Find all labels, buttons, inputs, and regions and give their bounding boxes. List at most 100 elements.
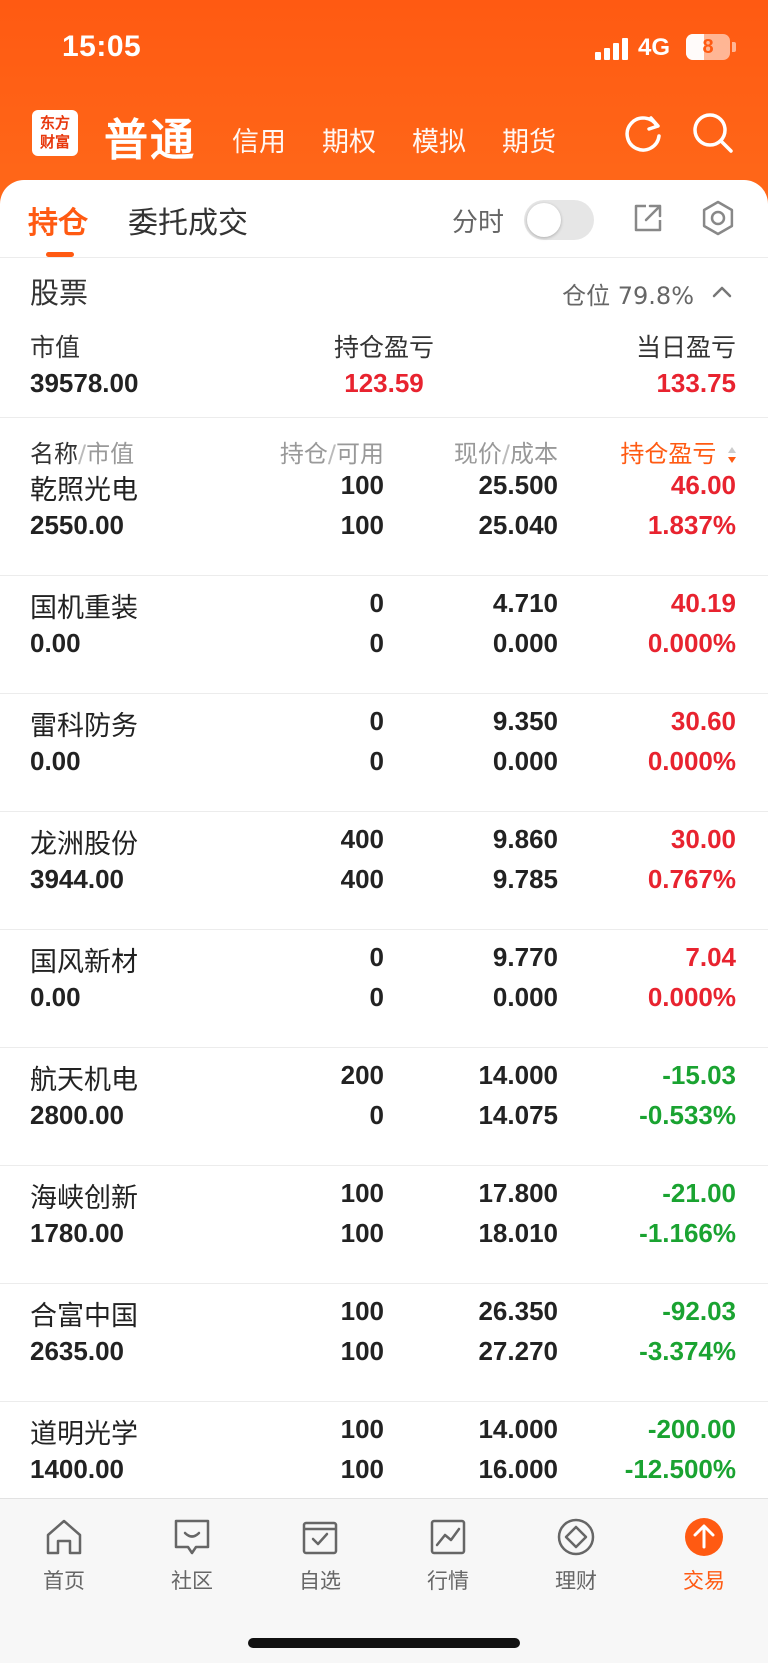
app-nav: 东方 财富 普通 信用 期权 模拟 期货 [0, 100, 768, 180]
stock-holding-qty: 200 [340, 1060, 384, 1090]
stock-name: 合富中国 [30, 1301, 138, 1332]
sub-tabs: 持仓 委托成交 分时 [0, 180, 768, 258]
table-row[interactable]: 合富中国 2635.00 100 100 26.350 27.270 -92.03 -3.37… [0, 1284, 768, 1402]
table-row[interactable]: 国风新材 0.00 0 0 9.770 0.000 7.04 0.000% [0, 930, 768, 1048]
table-row[interactable]: 乾照光电 2550.00 100 100 25.500 25.040 46.00 1.837% [0, 458, 768, 576]
stock-pl-percent: 0.000% [647, 746, 736, 776]
status-time: 15:05 [62, 30, 142, 63]
stock-available-qty: 0 [369, 746, 384, 776]
stock-market-value: 0.00 [30, 746, 81, 776]
stock-market-value: 0.00 [30, 628, 81, 658]
stock-available-qty: 0 [369, 628, 384, 658]
stock-name: 国风新材 [30, 947, 138, 978]
account-tab-simulated[interactable]: 模拟 [412, 120, 466, 159]
account-tab-futures[interactable]: 期货 [502, 120, 556, 159]
settings-icon[interactable] [698, 198, 738, 238]
stocks-section-header[interactable]: 股票 仓位 79.8% [0, 258, 768, 328]
stock-available-qty: 100 [340, 1218, 384, 1248]
stock-holding-pl: -92.03 [662, 1296, 736, 1326]
battery-icon: 8 [686, 34, 730, 60]
stock-name: 国机重装 [30, 593, 138, 624]
nav-item-trade[interactable]: 交易 [654, 1513, 754, 1595]
fenshi-toggle[interactable] [524, 200, 594, 240]
stock-current-price: 4.710 [492, 588, 558, 618]
community-icon [174, 1519, 210, 1555]
stock-holding-pl: -15.03 [662, 1060, 736, 1090]
stock-holding-qty: 100 [340, 1414, 384, 1444]
tab-orders[interactable]: 委托成交 [128, 198, 248, 242]
holding-pl: 123.59 [344, 368, 424, 398]
stock-available-qty: 0 [369, 1100, 384, 1130]
nav-label: 理财 [555, 1569, 597, 1593]
table-row[interactable]: 龙洲股份 3944.00 400 400 9.860 9.785 30.00 0.767% [0, 812, 768, 930]
nav-label: 交易 [683, 1569, 725, 1593]
stock-holding-qty: 400 [340, 824, 384, 854]
chevron-up-icon[interactable] [710, 280, 734, 304]
stock-cost-price: 16.000 [478, 1454, 558, 1484]
stock-market-value: 1400.00 [30, 1454, 124, 1484]
network-type: 4G [638, 34, 671, 61]
stock-current-price: 14.000 [478, 1060, 558, 1090]
stock-market-value: 2800.00 [30, 1100, 124, 1130]
nav-item-watchlist[interactable]: 自选 [270, 1513, 370, 1595]
stock-pl-percent: -3.374% [639, 1336, 736, 1366]
trade-icon [685, 1518, 723, 1556]
stock-market-value: 2635.00 [30, 1336, 124, 1366]
stock-market-value: 3944.00 [30, 864, 124, 894]
stock-holding-qty: 0 [369, 588, 384, 618]
nav-label: 行情 [427, 1569, 469, 1593]
stock-available-qty: 100 [340, 1454, 384, 1484]
table-row[interactable]: 道明光学 1400.00 100 100 14.000 16.000 -200.00 -12.… [0, 1402, 768, 1500]
stock-name: 道明光学 [30, 1419, 138, 1450]
stock-holding-pl: 7.04 [685, 942, 736, 972]
stock-pl-percent: -12.500% [624, 1454, 736, 1484]
stock-holding-pl: 46.00 [670, 470, 736, 500]
stock-cost-price: 27.270 [478, 1336, 558, 1366]
share-icon[interactable] [628, 198, 668, 238]
battery-tip [732, 42, 736, 52]
today-pl-label: 当日盈亏 [635, 333, 736, 362]
nav-item-market[interactable]: 行情 [398, 1513, 498, 1595]
stock-holding-qty: 100 [340, 1296, 384, 1326]
stock-available-qty: 0 [369, 982, 384, 1012]
battery-level: 8 [702, 36, 714, 58]
fenshi-label: 分时 [452, 208, 505, 238]
wealth-icon [557, 1518, 595, 1556]
stock-holding-qty: 0 [369, 706, 384, 736]
stock-holding-pl: -200.00 [647, 1414, 736, 1444]
stock-available-qty: 100 [340, 1336, 384, 1366]
table-row[interactable]: 国机重装 0.00 0 0 4.710 0.000 40.19 0.000% [0, 576, 768, 694]
nav-item-community[interactable]: 社区 [142, 1513, 242, 1595]
today-pl: 133.75 [656, 368, 736, 398]
stock-name: 航天机电 [30, 1065, 138, 1096]
stock-name: 海峡创新 [30, 1183, 138, 1214]
stock-pl-percent: 0.767% [647, 864, 736, 894]
stock-holding-pl: -21.00 [662, 1178, 736, 1208]
stock-holding-pl: 40.19 [670, 588, 736, 618]
stock-cost-price: 14.075 [478, 1100, 558, 1130]
stock-current-price: 14.000 [478, 1414, 558, 1444]
stock-available-qty: 400 [340, 864, 384, 894]
home-indicator [248, 1638, 520, 1648]
nav-item-wealth[interactable]: 理财 [526, 1513, 626, 1595]
signal-icon [595, 38, 631, 60]
stock-current-price: 9.350 [492, 706, 558, 736]
stock-cost-price: 0.000 [492, 746, 558, 776]
tab-holdings[interactable]: 持仓 [28, 198, 88, 242]
nav-label: 首页 [43, 1569, 85, 1593]
table-row[interactable]: 海峡创新 1780.00 100 100 17.800 18.010 -21.00 -1.16… [0, 1166, 768, 1284]
account-tab-options[interactable]: 期权 [322, 120, 376, 159]
refresh-icon[interactable] [620, 110, 666, 156]
nav-item-home[interactable]: 首页 [14, 1513, 114, 1595]
table-row[interactable]: 雷科防务 0.00 0 0 9.350 0.000 30.60 0.000% [0, 694, 768, 812]
table-row[interactable]: 航天机电 2800.00 200 0 14.000 14.075 -15.03 -0.533% [0, 1048, 768, 1166]
stock-available-qty: 100 [340, 510, 384, 540]
stock-holding-qty: 100 [340, 470, 384, 500]
account-tab-credit[interactable]: 信用 [232, 120, 286, 159]
search-icon[interactable] [690, 110, 736, 156]
home-icon [46, 1519, 82, 1555]
position-ratio: 仓位 79.8% [562, 282, 694, 310]
account-type-current[interactable]: 普通 [104, 104, 196, 168]
stock-holding-qty: 0 [369, 942, 384, 972]
stock-name: 乾照光电 [30, 475, 138, 506]
